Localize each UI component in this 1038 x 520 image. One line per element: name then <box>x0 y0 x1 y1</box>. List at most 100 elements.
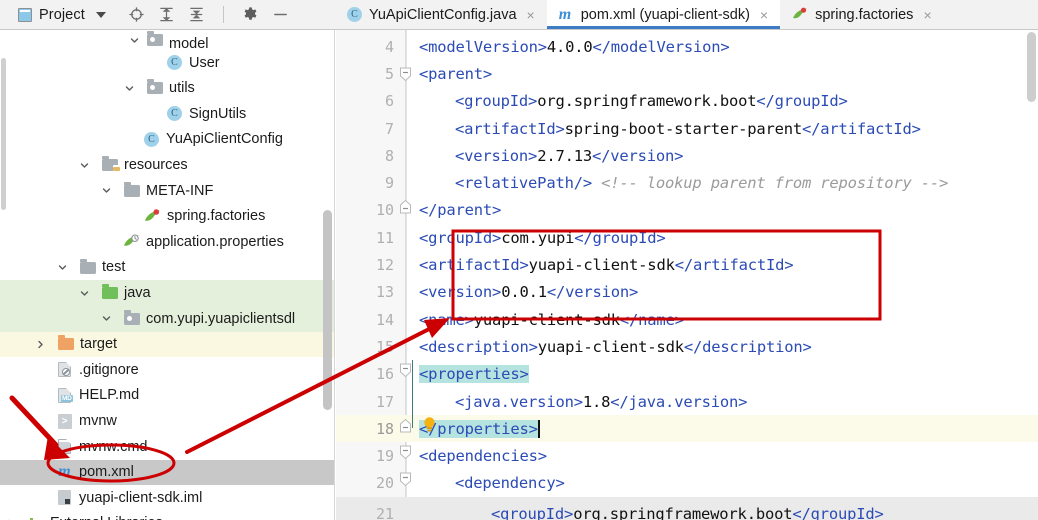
code-line[interactable]: 14 <name>yuapi-client-sdk</name> <box>336 306 1038 333</box>
tree-item-mvnw-cmd[interactable]: mvnw.cmd <box>0 434 334 460</box>
tree-item-mvnw[interactable]: > mvnw <box>0 408 334 434</box>
chevron-down-icon[interactable] <box>78 287 91 300</box>
code-line[interactable]: 12 <artifactId>yuapi-client-sdk</artifac… <box>336 251 1038 278</box>
panel-toolbar <box>128 6 289 23</box>
tree-item-yuapiclientconfig[interactable]: C YuApiClientConfig <box>0 127 334 153</box>
code-block-indicator <box>412 360 413 428</box>
code-line[interactable]: 9 <relativePath/> <!-- lookup parent fro… <box>336 170 1038 197</box>
code-line[interactable]: 20 <dependency> <box>336 470 1038 497</box>
tree-item-gitignore[interactable]: .gitignore <box>0 357 334 383</box>
code-lines[interactable]: 4 <modelVersion>4.0.0</modelVersion> 5 <… <box>336 30 1038 520</box>
line-number: 12 <box>375 256 394 275</box>
tree-item-signutils[interactable]: C SignUtils <box>0 101 334 127</box>
code-line[interactable]: 19 <dependencies> <box>336 443 1038 470</box>
code-line[interactable]: 6 <groupId>org.springframework.boot</gro… <box>336 88 1038 115</box>
tree-item-spring-factories[interactable]: spring.factories <box>0 204 334 230</box>
code-line[interactable]: 16 <properties> <box>336 361 1038 388</box>
minimize-icon[interactable] <box>272 6 289 23</box>
chevron-right-icon[interactable] <box>34 338 47 351</box>
code-line[interactable]: 21 <groupId>org.springframework.boot</gr… <box>336 497 1038 520</box>
tab-label: pom.xml (yuapi-client-sdk) <box>580 6 750 23</box>
code-line[interactable]: 5 <parent> <box>336 60 1038 87</box>
tree-item-resources[interactable]: resources <box>0 152 334 178</box>
sidebar-scrollbar-thumb[interactable] <box>323 210 332 410</box>
line-content: <artifactId>yuapi-client-sdk</artifactId… <box>419 256 794 275</box>
folder-icon <box>123 181 140 199</box>
close-icon[interactable]: × <box>525 8 537 22</box>
line-number: 10 <box>375 201 394 220</box>
tree-item-user[interactable]: C User <box>0 50 334 76</box>
project-panel-header[interactable]: Project <box>0 0 335 29</box>
line-content: <java.version>1.8</java.version> <box>455 392 748 411</box>
code-line[interactable]: 8 <version>2.7.13</version> <box>336 142 1038 169</box>
code-line[interactable]: 13 <version>0.0.1</version> <box>336 279 1038 306</box>
tab-yuapiclientconfig-java[interactable]: C YuApiClientConfig.java × <box>335 0 547 29</box>
tree-item-label: .gitignore <box>79 361 139 378</box>
maven-icon: m <box>558 5 572 23</box>
code-line[interactable]: 17 <java.version>1.8</java.version> <box>336 388 1038 415</box>
tree-item-application-properties[interactable]: application.properties <box>0 229 334 255</box>
tree-item-yuapi-client-sdk-iml[interactable]: yuapi-client-sdk.iml <box>0 485 334 511</box>
chevron-down-icon[interactable] <box>100 184 113 197</box>
tree-item-label: yuapi-client-sdk.iml <box>79 489 203 506</box>
tree-item-test[interactable]: test <box>0 255 334 281</box>
close-icon[interactable]: × <box>758 8 770 22</box>
fold-marker-line-16[interactable] <box>399 363 412 378</box>
line-content: <modelVersion>4.0.0</modelVersion> <box>419 37 730 56</box>
line-number: 16 <box>375 365 394 384</box>
intention-bulb-icon[interactable] <box>422 416 436 432</box>
tree-item-help-md[interactable]: MD HELP.md <box>0 383 334 409</box>
code-line-active[interactable]: 18 </properties> <box>336 415 1038 443</box>
java-class-icon: C <box>166 105 183 122</box>
chevron-down-icon[interactable] <box>128 34 141 47</box>
editor-scrollbar-thumb[interactable] <box>1027 32 1036 102</box>
cmd-script-icon <box>56 438 73 455</box>
tree-item-pom-xml[interactable]: m pom.xml <box>0 459 334 486</box>
toolbar-divider <box>222 6 224 23</box>
tree-item-external-libraries[interactable]: External Libraries <box>0 511 334 520</box>
tree-item-java[interactable]: java <box>0 280 334 306</box>
fold-marker-line-19[interactable] <box>399 445 412 460</box>
settings-gear-icon[interactable] <box>242 6 259 23</box>
chevron-down-icon[interactable] <box>56 261 69 274</box>
line-number: 18 <box>375 419 394 438</box>
top-bar: Project C YuApiClientConfig.java × m pom… <box>0 0 1038 30</box>
tree-item-meta-inf[interactable]: META-INF <box>0 178 334 204</box>
code-line[interactable]: 7 <artifactId>spring-boot-starter-parent… <box>336 115 1038 142</box>
line-number: 14 <box>375 310 394 329</box>
fold-marker-line-18[interactable] <box>399 418 412 433</box>
code-line[interactable]: 10 </parent> <box>336 197 1038 224</box>
tree-item-label: YuApiClientConfig <box>166 131 283 148</box>
matching-tag-highlight: <properties> <box>419 365 529 384</box>
code-editor[interactable]: 4 <modelVersion>4.0.0</modelVersion> 5 <… <box>336 30 1038 520</box>
locate-file-icon[interactable] <box>128 6 145 23</box>
tree-item-target[interactable]: target <box>0 331 334 358</box>
code-line[interactable]: 11 <groupId>com.yupi</groupId> <box>336 224 1038 251</box>
tree-item-model[interactable]: model <box>0 30 334 50</box>
tab-label: YuApiClientConfig.java <box>369 6 517 23</box>
chevron-down-icon[interactable] <box>95 11 106 18</box>
fold-marker-line-10[interactable] <box>399 199 412 214</box>
tree-item-com-yupi-yuapiclientsdl[interactable]: com.yupi.yuapiclientsdl <box>0 306 334 332</box>
fold-marker-line-5[interactable] <box>399 67 412 82</box>
fold-marker-line-20[interactable] <box>399 472 412 487</box>
line-content: <groupId>org.springframework.boot</group… <box>491 504 884 520</box>
tab-spring-factories[interactable]: spring.factories × <box>780 0 944 29</box>
code-line[interactable]: 15 <description>yuapi-client-sdk</descri… <box>336 333 1038 360</box>
tab-pom-xml[interactable]: m pom.xml (yuapi-client-sdk) × <box>546 0 781 29</box>
line-number: 8 <box>384 146 394 165</box>
spring-icon <box>792 7 808 22</box>
chevron-down-icon[interactable] <box>100 312 113 325</box>
code-line[interactable]: 4 <modelVersion>4.0.0</modelVersion> <box>336 33 1038 60</box>
project-tree-panel[interactable]: model C User utils C SignUtils C YuApiCl… <box>0 30 335 520</box>
expand-all-icon[interactable] <box>158 6 175 23</box>
close-icon[interactable]: × <box>921 8 933 22</box>
tree-item-label: application.properties <box>146 233 284 250</box>
chevron-down-icon[interactable] <box>78 159 91 172</box>
tree-item-utils[interactable]: utils <box>0 76 334 102</box>
line-number: 20 <box>375 474 394 493</box>
line-content: <dependencies> <box>419 447 547 466</box>
collapse-all-icon[interactable] <box>188 6 205 23</box>
chevron-down-icon[interactable] <box>123 82 136 95</box>
tree-item-label: HELP.md <box>79 387 140 404</box>
